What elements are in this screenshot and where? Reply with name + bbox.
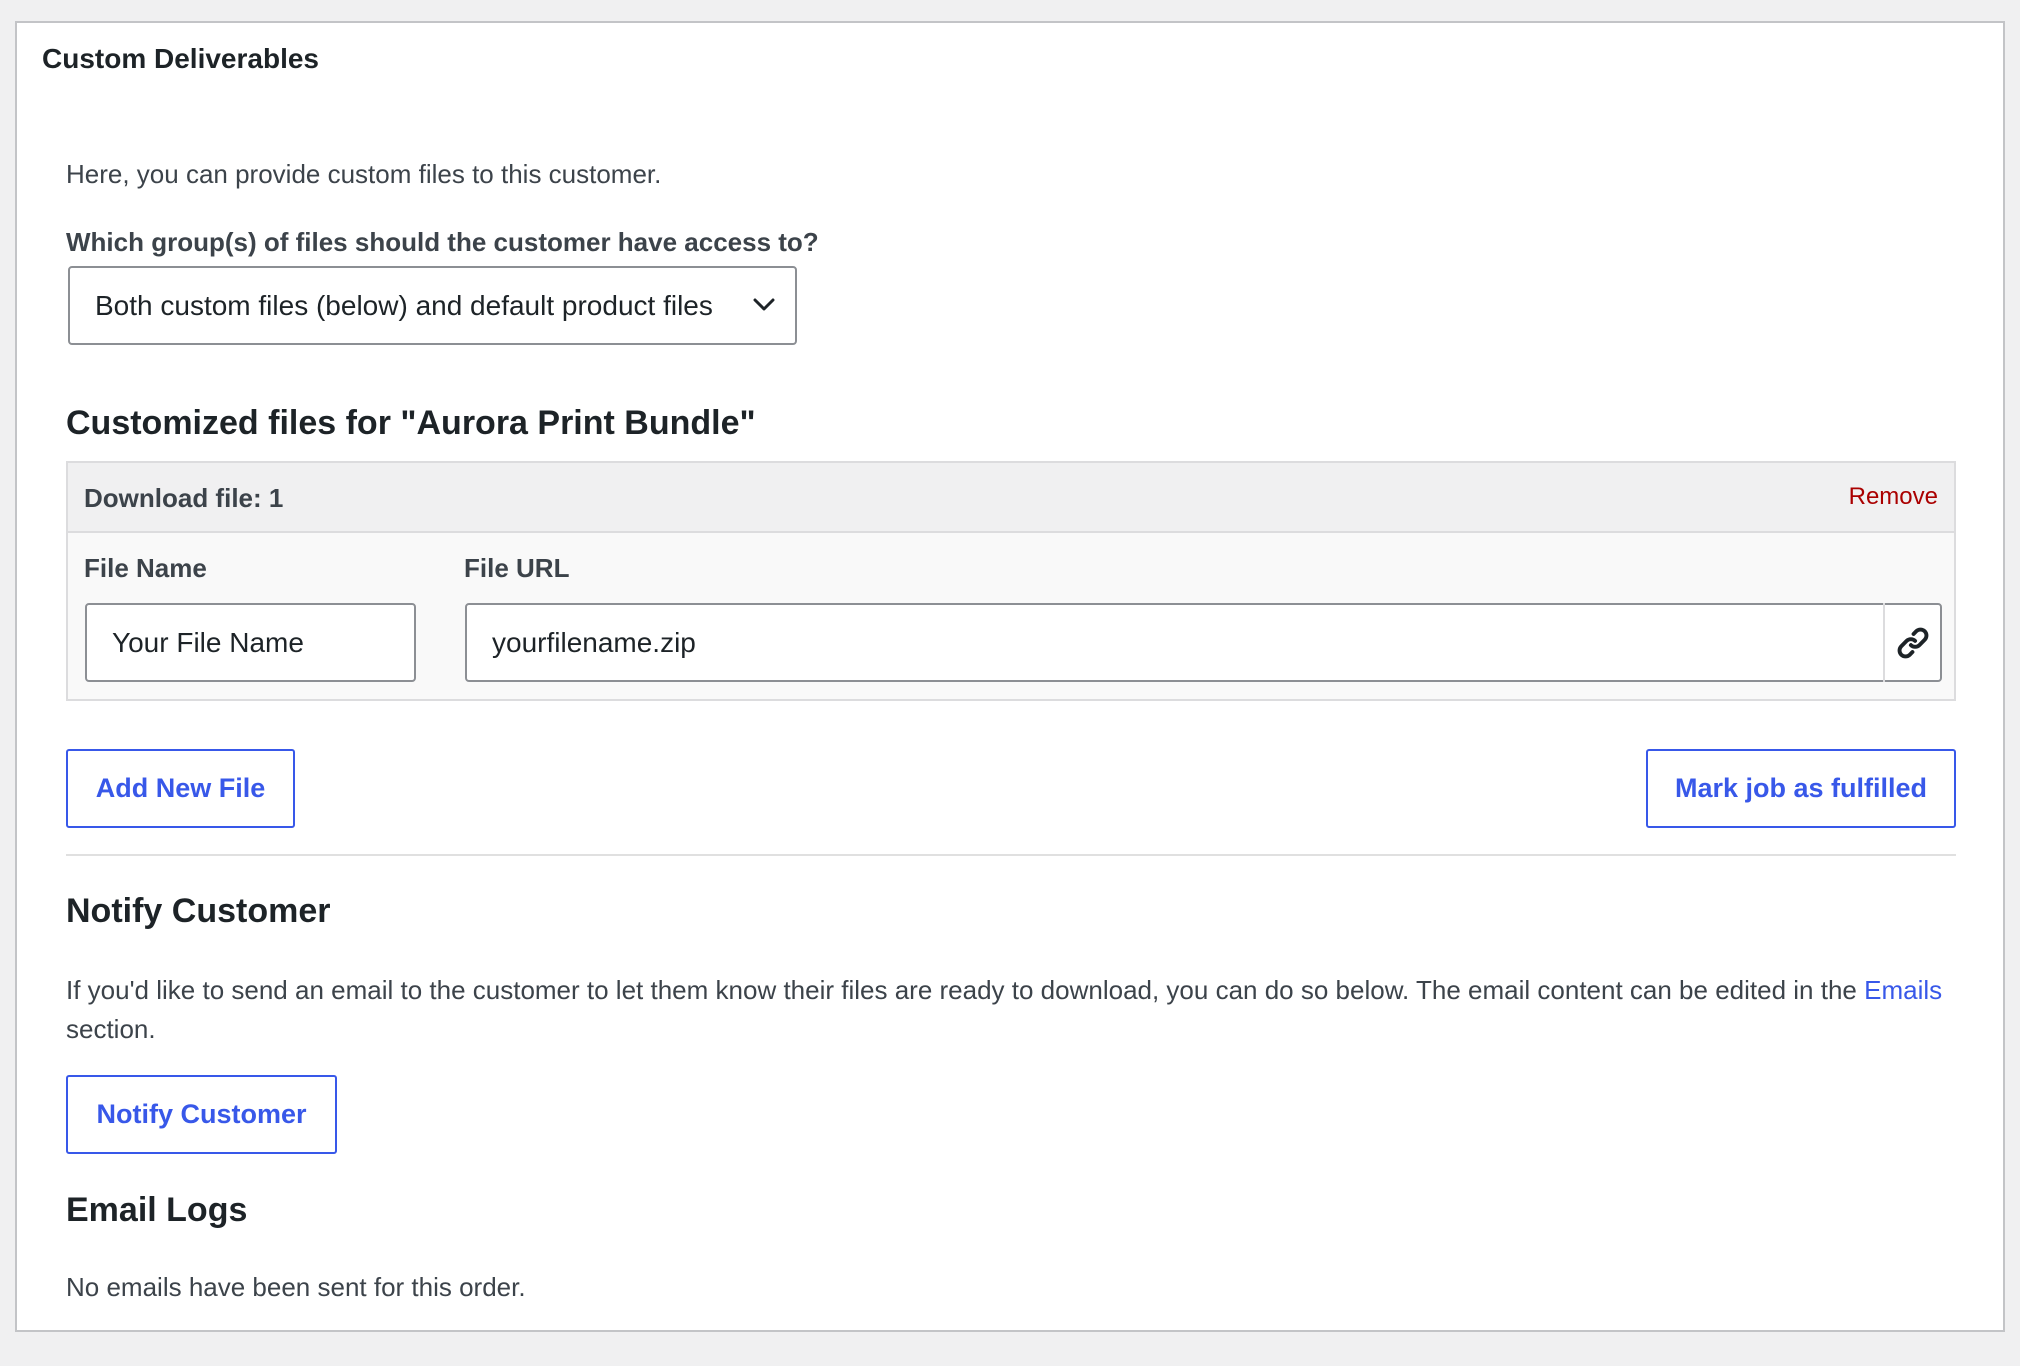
email-logs-title: Email Logs: [66, 1191, 248, 1229]
intro-text: Here, you can provide custom files to th…: [66, 159, 662, 189]
custom-deliverables-panel: Custom Deliverables Here, you can provid…: [15, 21, 2005, 1332]
file-name-input[interactable]: Your File Name: [85, 603, 416, 682]
notify-customer-button[interactable]: Notify Customer: [66, 1075, 337, 1154]
mark-fulfilled-button[interactable]: Mark job as fulfilled: [1646, 749, 1956, 828]
access-group-label: Which group(s) of files should the custo…: [66, 227, 819, 257]
file-url-value: yourfilename.zip: [492, 626, 696, 658]
notify-text-after: section.: [66, 1014, 156, 1044]
notify-description: If you'd like to send an email to the cu…: [66, 971, 1961, 1049]
download-file-label: Download file: 1: [84, 483, 284, 513]
access-group-select[interactable]: Both custom files (below) and default pr…: [68, 266, 797, 345]
file-url-label: File URL: [464, 553, 570, 583]
download-file-item: Download file: 1 Remove File Name File U…: [66, 461, 1956, 701]
file-url-input[interactable]: yourfilename.zip: [465, 603, 1942, 682]
add-new-file-button[interactable]: Add New File: [66, 749, 295, 828]
panel-title: Custom Deliverables: [42, 43, 319, 74]
remove-file-link[interactable]: Remove: [1849, 483, 1938, 511]
notify-customer-title: Notify Customer: [66, 892, 331, 930]
emails-section-link[interactable]: Emails: [1864, 975, 1942, 1005]
file-name-label: File Name: [84, 553, 207, 583]
link-icon: [1897, 627, 1928, 658]
chevron-down-icon: [753, 298, 775, 311]
insert-link-button[interactable]: [1883, 603, 1940, 682]
section-divider: [66, 854, 1956, 856]
email-logs-empty: No emails have been sent for this order.: [66, 1272, 526, 1302]
file-name-value: Your File Name: [112, 626, 304, 658]
notify-text-before: If you'd like to send an email to the cu…: [66, 975, 1857, 1005]
access-group-selected: Both custom files (below) and default pr…: [95, 289, 713, 321]
download-file-header: Download file: 1 Remove: [68, 463, 1954, 533]
customized-files-title: Customized files for "Aurora Print Bundl…: [66, 404, 756, 442]
